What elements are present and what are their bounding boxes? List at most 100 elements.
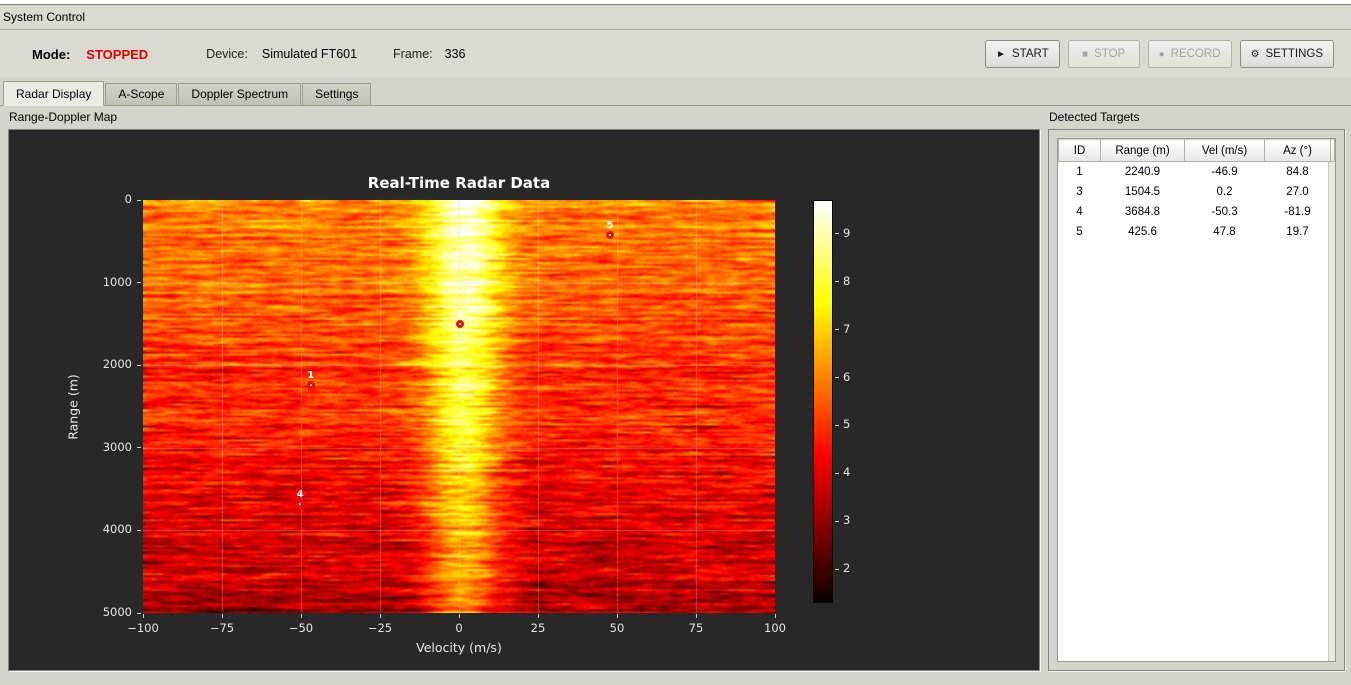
table-cell: 4 [1076,205,1083,218]
frame-value: 336 [444,47,466,61]
table-row[interactable]: 5 425.6 47.8 19.7 [1059,222,1335,242]
start-button[interactable]: ► START [985,40,1060,68]
record-button[interactable]: ● RECORD [1147,40,1232,68]
column-header-vel[interactable]: Vel (m/s) [1184,139,1265,162]
x-tick-mark [537,614,539,618]
x-tick-label: −25 [367,621,393,635]
target-marker-label: 4 [296,489,304,501]
control-bar: Mode: STOPPED Device: Simulated FT601 Fr… [0,30,1351,78]
y-tick-mark [137,199,141,201]
tab-bar: Radar Display A-Scope Doppler Spectrum S… [0,81,1351,106]
y-tick-label: 3000 [102,439,132,454]
colorbar-tick-mark [835,472,839,474]
mode-value: STOPPED [86,46,149,62]
column-header-az[interactable]: Az (°) [1264,139,1331,162]
settings-button[interactable]: ⚙ SETTINGS [1239,40,1334,68]
colorbar [813,200,833,603]
device-value: Simulated FT601 [261,47,358,61]
targets-table: ID Range (m) Vel (m/s) Az (°) 1 2240.9 -46… [1058,139,1335,242]
y-tick-mark [137,364,141,366]
column-header-range[interactable]: Range (m) [1100,139,1185,162]
table-cell: 425.6 [1128,225,1157,238]
device-label: Device: [206,47,248,61]
target-marker[interactable]: 3 [455,309,464,329]
target-marker[interactable]: 1 [306,370,315,390]
table-row[interactable]: 1 2240.9 -46.9 84.8 [1059,162,1335,182]
y-tick-mark [137,282,141,284]
table-cell: -46.9 [1211,165,1238,178]
colorbar-tick-label: 6 [843,369,851,384]
table-cell: -50.3 [1211,205,1238,218]
tab-settings[interactable]: Settings [302,83,372,105]
record-icon: ● [1158,49,1165,60]
menu-help[interactable]: Help [129,0,172,2]
target-marker[interactable]: 5 [606,220,615,240]
target-marker[interactable]: 4 [296,489,305,509]
table-row[interactable]: 4 3684.8 -50.3 -81.9 [1059,202,1335,222]
colorbar-tick-label: 4 [843,465,851,480]
table-cell: 3684.8 [1124,205,1161,218]
column-header-id[interactable]: ID [1058,139,1101,162]
gear-icon: ⚙ [1250,49,1260,60]
x-tick-mark [616,614,618,618]
x-tick-label: −50 [288,621,314,635]
range-doppler-map-label: Range-Doppler Map [9,110,118,124]
x-tick-label: 0 [455,621,463,635]
table-scrollbar[interactable] [1328,162,1335,661]
colorbar-tick-mark [835,568,839,570]
tab-a-scope[interactable]: A-Scope [105,83,178,105]
x-tick-mark [695,614,697,618]
tab-doppler-spectrum[interactable]: Doppler Spectrum [178,83,302,105]
colorbar-tick-label: 2 [843,561,851,576]
table-cell: 1 [1076,165,1083,178]
targets-table-body: 1 2240.9 -46.9 84.8 3 1504.5 0.2 27.0 4 3684.8 -50… [1059,162,1335,242]
range-doppler-heatmap [143,200,775,613]
targets-table-container: ID Range (m) Vel (m/s) Az (°) 1 2240.9 -46… [1057,138,1336,662]
menu-view[interactable]: View [39,0,83,2]
system-control-header: System Control [0,5,1351,30]
table-row[interactable]: 3 1504.5 0.2 27.0 [1059,182,1335,202]
x-tick-label: 75 [688,621,704,635]
stop-button[interactable]: ■ STOP [1067,40,1140,68]
y-tick-mark [137,612,141,614]
y-tick-label: 2000 [102,357,132,372]
menu-file[interactable]: File [2,0,39,2]
table-cell: 19.7 [1286,225,1309,238]
colorbar-tick-mark [835,424,839,426]
target-marker-label: 1 [307,370,315,382]
x-tick-label: 25 [530,621,546,635]
table-cell: 1504.5 [1124,185,1161,198]
menu-tools[interactable]: Tools [83,0,129,2]
y-tick-mark [137,447,141,449]
x-tick-label: 50 [609,621,625,635]
colorbar-tick-mark [835,520,839,522]
colorbar-tick-mark [835,281,839,283]
colorbar-tick-label: 8 [843,273,851,288]
target-marker-label: 5 [606,220,614,232]
system-control-title: System Control [3,10,86,24]
detected-targets-label: Detected Targets [1049,110,1140,124]
x-tick-mark [774,614,776,618]
x-tick-label: −100 [127,621,159,635]
x-axis-label: Velocity (m/s) [416,640,502,655]
y-tick-mark [137,529,141,531]
x-tick-mark [221,614,223,618]
content-area: Range-Doppler Map Real-Time Radar Data R… [0,106,1351,671]
colorbar-tick-label: 3 [843,513,851,528]
y-axis-label: Range (m) [65,373,81,440]
table-cell: 2240.9 [1124,165,1161,178]
table-header-row: ID Range (m) Vel (m/s) Az (°) [1058,139,1335,162]
mode-label: Mode: [32,46,71,62]
x-tick-mark [142,614,144,618]
y-tick-label: 4000 [102,522,132,537]
table-cell: 5 [1076,225,1083,238]
radar-plot: Real-Time Radar Data Range (m) Velocity … [8,129,1040,671]
x-tick-label: 100 [764,621,786,635]
plot-title: Real-Time Radar Data [367,174,551,192]
tab-radar-display[interactable]: Radar Display [3,81,105,106]
x-tick-label: −75 [209,621,235,635]
colorbar-tick-mark [835,377,839,378]
y-tick-label: 1000 [102,274,132,289]
colorbar-tick-mark [835,233,839,235]
colorbar-tick-label: 7 [843,321,851,336]
